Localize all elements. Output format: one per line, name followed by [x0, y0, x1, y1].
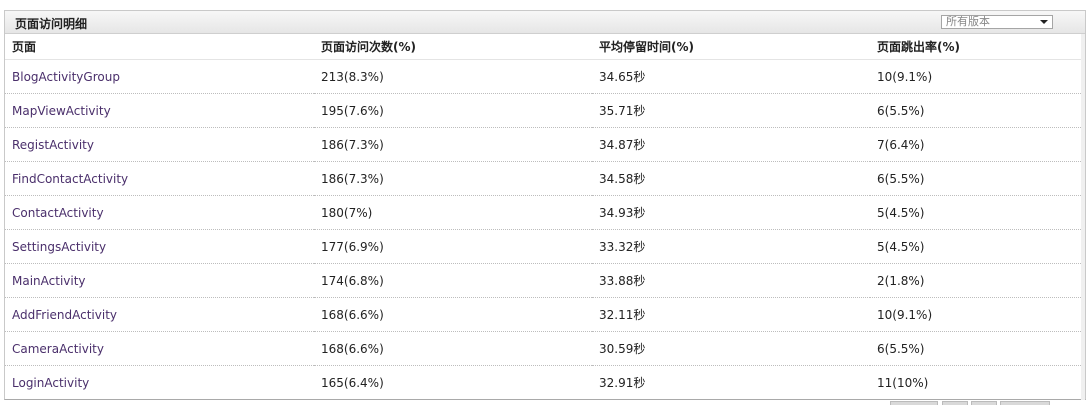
cell-bounce-rate: 6(5.5%)	[870, 93, 1085, 128]
page-link[interactable]: CameraActivity	[12, 342, 104, 356]
column-header-bounce-rate[interactable]: 页面跳出率(%)	[870, 34, 1085, 60]
cell-avg-time: 34.65秒	[592, 59, 870, 94]
cell-page: FindContactActivity	[5, 161, 314, 196]
cell-page: AddFriendActivity	[5, 297, 314, 332]
version-select-value: 所有版本	[946, 15, 990, 28]
cell-visits: 174(6.8%)	[314, 263, 592, 298]
cell-page: RegistActivity	[5, 127, 314, 162]
cell-page: MapViewActivity	[5, 93, 314, 128]
page-link[interactable]: BlogActivityGroup	[12, 70, 120, 84]
page-link[interactable]: RegistActivity	[12, 138, 94, 152]
cell-visits: 186(7.3%)	[314, 127, 592, 162]
cell-avg-time: 34.93秒	[592, 195, 870, 230]
pager-button[interactable]	[1000, 401, 1050, 405]
cell-page: BlogActivityGroup	[5, 59, 314, 94]
cell-bounce-rate: 11(10%)	[877, 375, 929, 390]
cell-avg-time: 35.71秒	[592, 93, 870, 128]
cell-visits: 177(6.9%)	[314, 229, 592, 264]
page-link[interactable]: FindContactActivity	[12, 172, 128, 186]
panel-header: 页面访问明细 所有版本	[5, 11, 1085, 34]
table-row: MapViewActivity 195(7.6%) 35.71秒 6(5.5%)	[5, 93, 1085, 128]
table-row: MainActivity 174(6.8%) 33.88秒 2(1.8%)	[5, 263, 1085, 298]
cell-visits: 186(7.3%)	[314, 161, 592, 196]
version-select[interactable]: 所有版本	[941, 15, 1053, 29]
page-link[interactable]: ContactActivity	[12, 206, 104, 220]
table-body: BlogActivityGroup 213(8.3%) 34.65秒 10(9.1%)…	[5, 59, 1085, 400]
cell-visits: 168(6.6%)	[314, 331, 592, 366]
cell-page: ContactActivity	[5, 195, 314, 230]
cell-page: LoginActivity	[5, 366, 314, 400]
table-row: SettingsActivity 177(6.9%) 33.32秒 5(4.5%)	[5, 229, 1085, 264]
cell-page: CameraActivity	[5, 331, 314, 366]
table-row: BlogActivityGroup 213(8.3%) 34.65秒 10(9.1%)	[5, 59, 1085, 94]
cell-bounce-rate: 6(5.5%)	[870, 331, 1085, 366]
cell-avg-time: 32.91秒	[599, 376, 646, 390]
table-row: CameraActivity 168(6.6%) 30.59秒 6(5.5%)	[5, 331, 1085, 366]
table-row: AddFriendActivity 168(6.6%) 32.11秒 10(9.1%)	[5, 297, 1085, 332]
page-link[interactable]: MapViewActivity	[12, 104, 111, 118]
cell-avg-time: 34.87秒	[592, 127, 870, 162]
table-row: LoginActivity 165(6.4%) 32.91秒 11(10%)	[5, 366, 1085, 400]
cell-bounce-rate: 2(1.8%)	[870, 263, 1085, 298]
column-header-visits[interactable]: 页面访问次数(%)	[314, 34, 592, 60]
cell-avg-time: 30.59秒	[592, 331, 870, 366]
scrollbar[interactable]	[1081, 34, 1085, 400]
panel-title: 页面访问明细	[15, 17, 88, 31]
pager-button[interactable]	[942, 401, 968, 405]
cell-visits: 168(6.6%)	[314, 297, 592, 332]
page-link[interactable]: SettingsActivity	[12, 240, 106, 254]
cell-avg-time: 33.32秒	[592, 229, 870, 264]
cell-bounce-rate: 10(9.1%)	[870, 59, 1085, 94]
cell-visits: 165(6.4%)	[321, 375, 384, 390]
table-header-row: 页面 页面访问次数(%) 平均停留时间(%) 页面跳出率(%)	[5, 34, 1085, 60]
chevron-down-icon[interactable]	[1040, 20, 1048, 24]
page-link[interactable]: MainActivity	[12, 274, 86, 288]
cell-visits: 213(8.3%)	[314, 59, 592, 94]
cell-page: MainActivity	[5, 263, 314, 298]
cell-avg-time: 34.58秒	[592, 161, 870, 196]
column-header-page[interactable]: 页面	[5, 34, 314, 60]
page-visit-table: 页面 页面访问次数(%) 平均停留时间(%) 页面跳出率(%) BlogActi…	[5, 34, 1085, 399]
table-row: RegistActivity 186(7.3%) 34.87秒 7(6.4%)	[5, 127, 1085, 162]
cell-avg-time: 33.88秒	[592, 263, 870, 298]
cell-avg-time: 32.11秒	[592, 297, 870, 332]
cell-visits: 195(7.6%)	[314, 93, 592, 128]
table-row: ContactActivity 180(7%) 34.93秒 5(4.5%)	[5, 195, 1085, 230]
pager-button[interactable]	[971, 401, 997, 405]
cell-page: SettingsActivity	[5, 229, 314, 264]
cell-bounce-rate: 7(6.4%)	[870, 127, 1085, 162]
cell-bounce-rate: 10(9.1%)	[870, 297, 1085, 332]
page-link[interactable]: AddFriendActivity	[12, 308, 117, 322]
page-link[interactable]: LoginActivity	[12, 376, 89, 390]
column-header-avg-time[interactable]: 平均停留时间(%)	[592, 34, 870, 60]
table-row: FindContactActivity 186(7.3%) 34.58秒 6(5.5%…	[5, 161, 1085, 196]
pager-button[interactable]	[890, 401, 938, 405]
cell-bounce-rate: 6(5.5%)	[870, 161, 1085, 196]
cell-visits: 180(7%)	[314, 195, 592, 230]
cell-bounce-rate: 5(4.5%)	[870, 229, 1085, 264]
cell-bounce-rate: 5(4.5%)	[870, 195, 1085, 230]
page-visit-details-panel: 页面访问明细 所有版本 页面 页面访问次数(%) 平均停留时间(%) 页面跳出率…	[4, 10, 1086, 400]
